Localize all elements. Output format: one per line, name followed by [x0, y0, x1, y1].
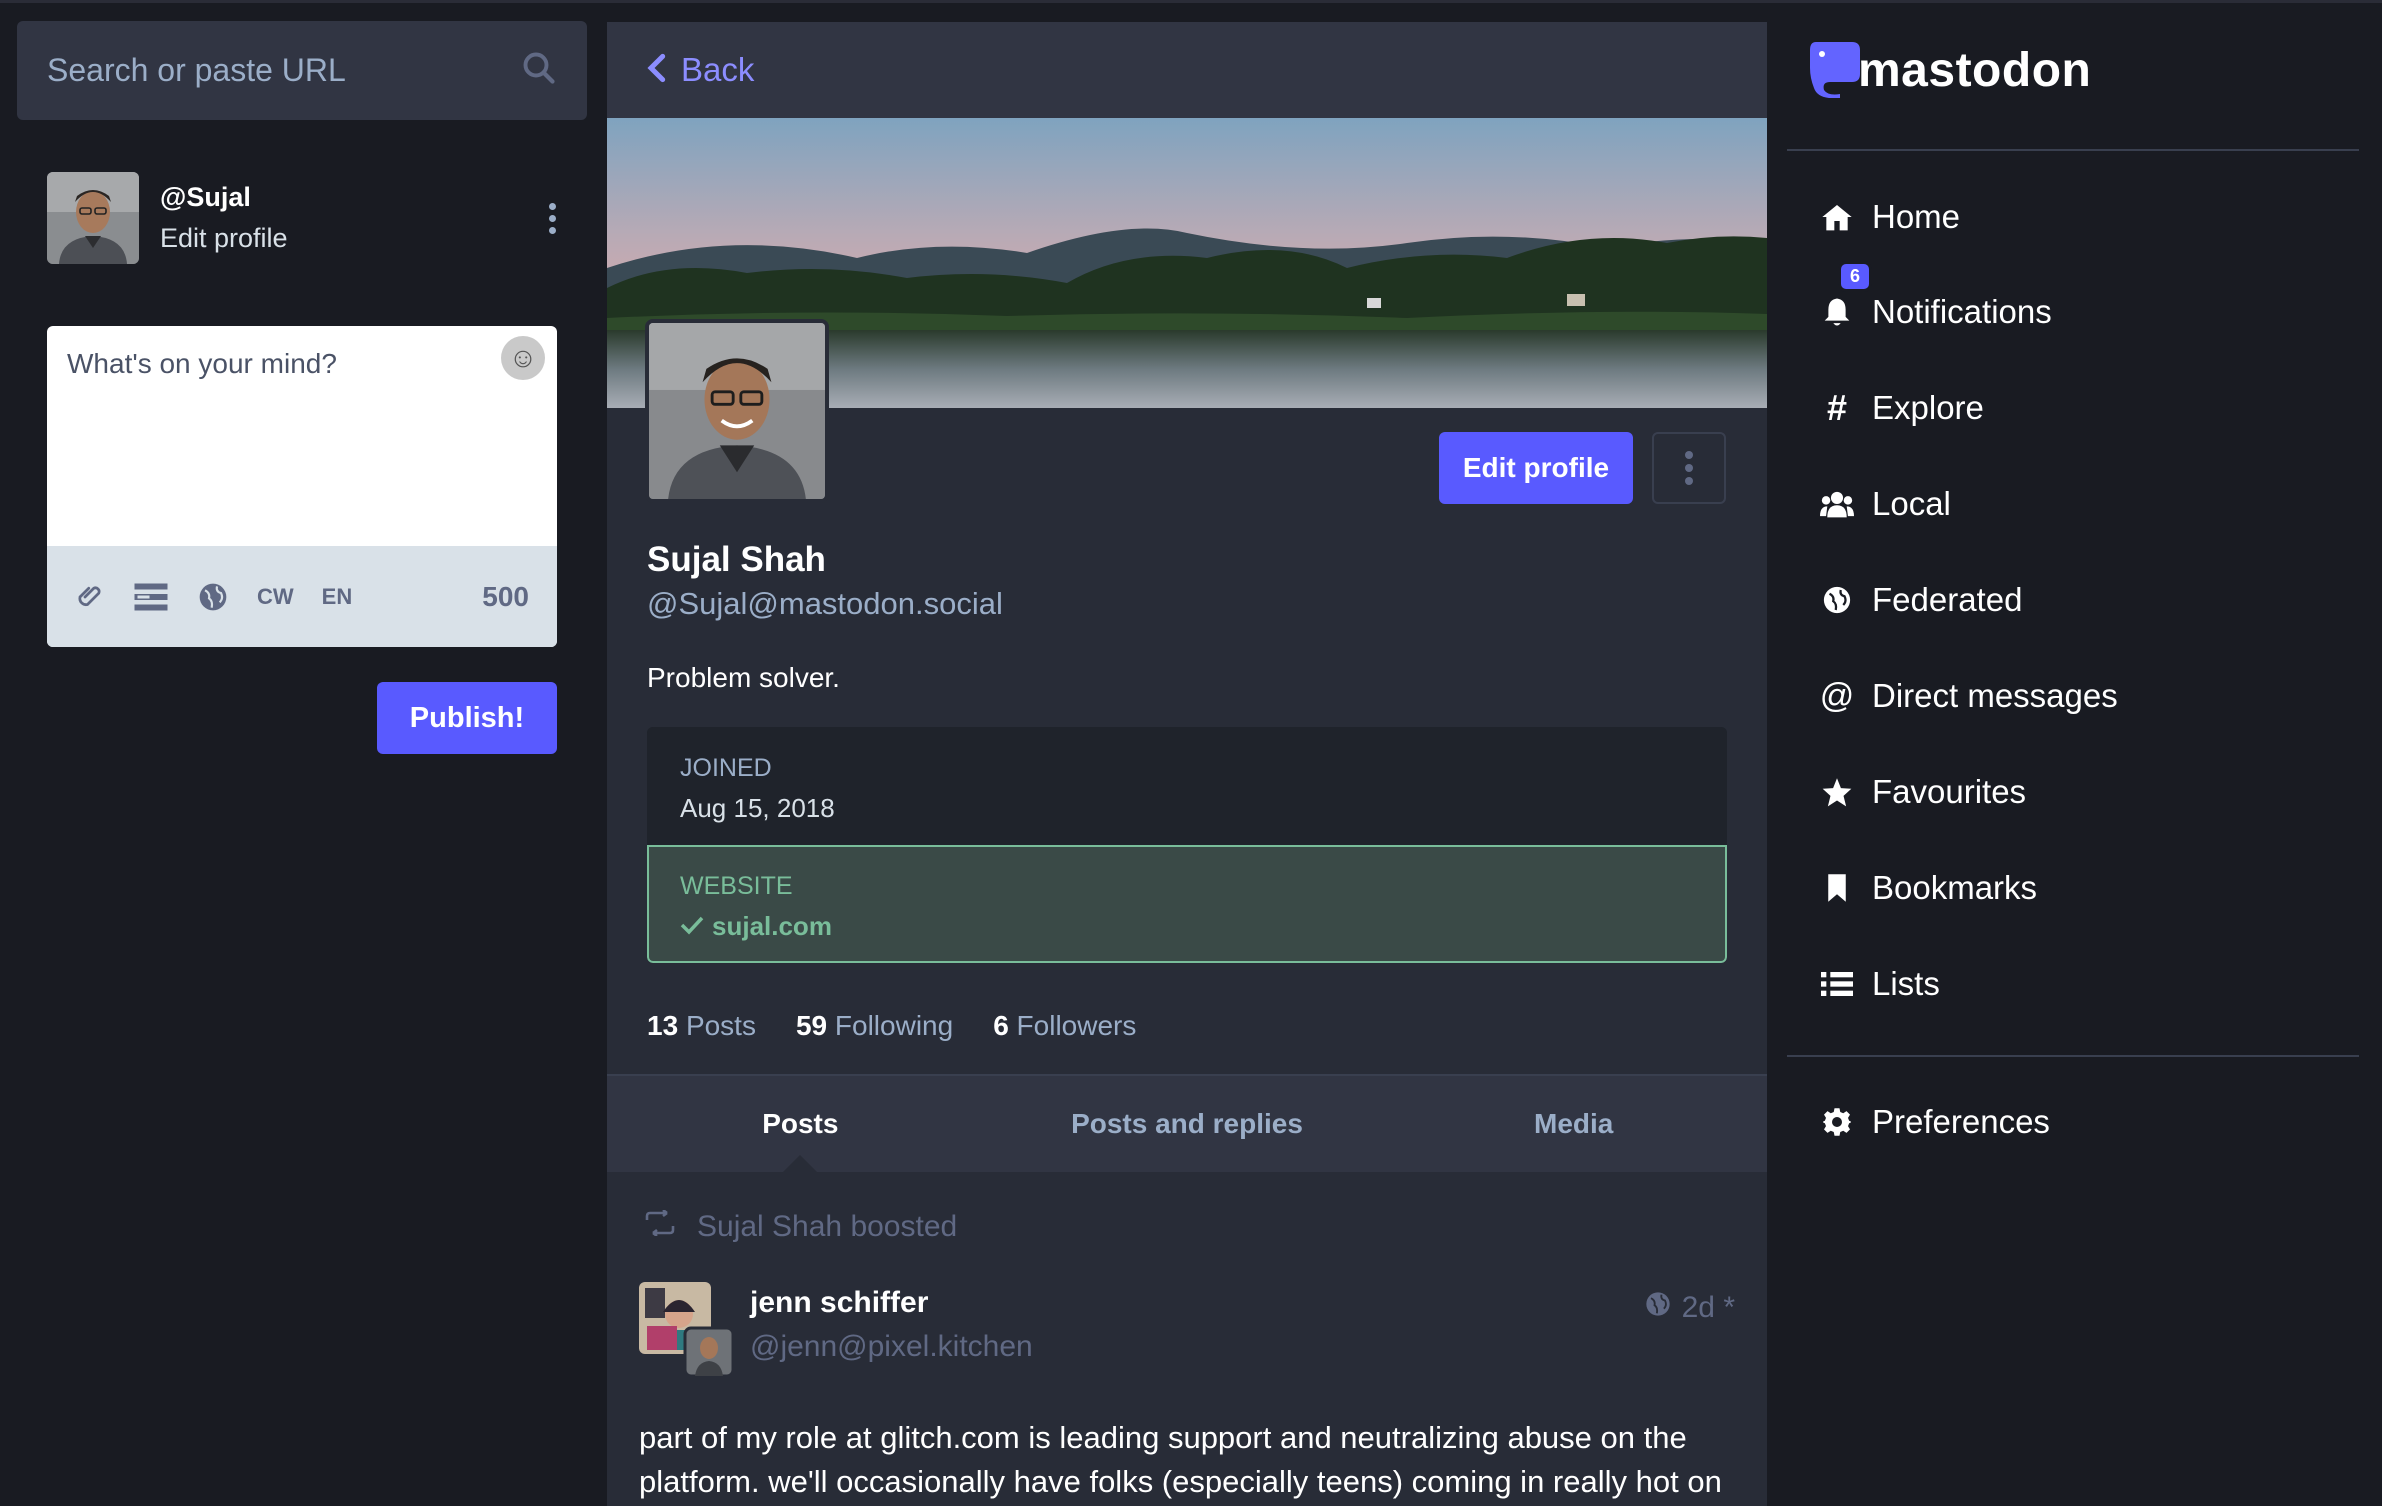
content-warning-button[interactable]: CW — [257, 584, 294, 610]
search-icon[interactable] — [521, 50, 557, 91]
nav-label: Bookmarks — [1872, 869, 2038, 906]
nav-label: Lists — [1872, 965, 1940, 1002]
hashtag-icon: # — [1826, 387, 1848, 428]
posts-count-link[interactable]: 13 Posts — [647, 1010, 756, 1042]
users-icon — [1820, 487, 1854, 521]
current-account: @Sujal Edit profile — [47, 172, 567, 264]
profile-bio: Problem solver. — [647, 662, 840, 693]
top-border — [0, 0, 2382, 3]
account-handle[interactable]: @Sujal — [160, 182, 537, 213]
profile-avatar[interactable] — [645, 319, 829, 503]
profile-more-button[interactable] — [1652, 432, 1726, 504]
check-icon — [680, 911, 704, 942]
nav-label: Federated — [1872, 581, 2023, 618]
profile-field-joined: JOINED Aug 15, 2018 — [647, 727, 1727, 845]
back-label: Back — [681, 51, 755, 88]
post-avatar[interactable] — [639, 1282, 735, 1378]
following-count-link[interactable]: 59 Following — [796, 1010, 953, 1042]
star-icon — [1820, 775, 1854, 809]
boost-icon — [643, 1208, 677, 1244]
boost-indicator: Sujal Shah boosted — [643, 1208, 958, 1244]
compose-placeholder: What's on your mind? — [67, 348, 337, 379]
at-icon: @ — [1819, 676, 1855, 715]
nav-item-favourites[interactable]: Favourites — [1820, 773, 2026, 811]
chevron-left-icon — [645, 53, 667, 88]
language-button[interactable]: EN — [322, 584, 353, 610]
post-author-name[interactable]: jenn schiffer — [750, 1286, 928, 1320]
search-input[interactable]: Search or paste URL — [17, 21, 587, 120]
avatar[interactable] — [47, 172, 139, 264]
tab-media[interactable]: Media — [1380, 1076, 1767, 1172]
compose-form: What's on your mind? ☺ CW EN 500 — [47, 326, 557, 647]
nav-label: Notifications — [1872, 293, 2052, 330]
post-author-acct[interactable]: @jenn@pixel.kitchen — [750, 1330, 1033, 1364]
nav-item-federated[interactable]: Federated — [1820, 581, 2022, 619]
compose-textarea[interactable]: What's on your mind? ☺ — [47, 326, 557, 546]
kebab-icon — [1674, 451, 1704, 485]
post-timestamp[interactable]: 2d * — [1644, 1290, 1735, 1326]
nav-item-lists[interactable]: Lists — [1820, 965, 1940, 1003]
mastodon-logo-icon — [1806, 38, 1862, 103]
website-link[interactable]: sujal.com — [712, 911, 832, 942]
mastodon-logo[interactable]: mastodon — [1806, 38, 2091, 103]
nav-label: Preferences — [1872, 1103, 2050, 1140]
post-content: part of my role at glitch.com is leading… — [639, 1420, 1722, 1499]
publish-button[interactable]: Publish! — [377, 682, 557, 754]
back-button[interactable]: Back — [607, 22, 1767, 118]
profile-field-website: WEBSITE sujal.com — [647, 845, 1727, 963]
list-icon — [1820, 967, 1854, 1001]
profile-acct: @Sujal@mastodon.social — [647, 586, 1003, 621]
character-counter: 500 — [482, 580, 529, 612]
profile-fields: JOINED Aug 15, 2018 WEBSITE sujal.com — [647, 727, 1727, 963]
compose-toolbar: CW EN 500 — [47, 546, 557, 647]
nav-label: Local — [1872, 485, 1951, 522]
account-menu-icon[interactable] — [537, 202, 567, 234]
nav-label: Explore — [1872, 389, 1984, 426]
emoji-picker-icon[interactable]: ☺ — [501, 336, 545, 380]
profile-tabs: Posts Posts and replies Media — [607, 1074, 1767, 1173]
post-time-text: 2d * — [1681, 1291, 1735, 1324]
field-value: Aug 15, 2018 — [680, 793, 835, 823]
visibility-globe-icon[interactable] — [197, 581, 229, 613]
nav-item-explore[interactable]: # Explore — [1820, 387, 1984, 428]
bookmark-icon — [1820, 871, 1854, 905]
nav-divider — [1787, 1055, 2359, 1057]
nav-label: Favourites — [1872, 773, 2027, 810]
field-key: JOINED — [680, 754, 772, 782]
edit-profile-link[interactable]: Edit profile — [160, 223, 288, 254]
nav-item-notifications[interactable]: 6 Notifications — [1820, 261, 2052, 331]
globe-icon — [1820, 583, 1854, 617]
followers-count-link[interactable]: 6 Followers — [993, 1010, 1136, 1042]
nav-item-home[interactable]: Home — [1820, 198, 1960, 236]
boost-text: Sujal Shah boosted — [697, 1210, 958, 1243]
nav-label: Home — [1872, 198, 1961, 235]
tab-posts[interactable]: Posts — [607, 1076, 994, 1173]
nav-divider — [1787, 149, 2359, 151]
profile-column: Back Edit profile Sujal Shah @Sujal@mast… — [607, 22, 1767, 1506]
poll-icon[interactable] — [133, 582, 169, 612]
notifications-badge: 6 — [1838, 261, 1873, 292]
home-icon — [1820, 200, 1854, 234]
nav-item-direct-messages[interactable]: @ Direct messages — [1820, 677, 2118, 715]
edit-profile-button[interactable]: Edit profile — [1439, 432, 1633, 504]
field-key: WEBSITE — [680, 872, 793, 900]
bell-icon: 6 — [1820, 261, 1873, 329]
nav-item-bookmarks[interactable]: Bookmarks — [1820, 869, 2037, 907]
tab-posts-and-replies[interactable]: Posts and replies — [994, 1076, 1381, 1172]
mastodon-wordmark: mastodon — [1858, 44, 2092, 97]
profile-display-name: Sujal Shah — [647, 540, 826, 579]
gear-icon — [1820, 1105, 1854, 1139]
nav-item-local[interactable]: Local — [1820, 485, 1951, 523]
nav-label: Direct messages — [1872, 677, 2118, 714]
nav-item-preferences[interactable]: Preferences — [1820, 1103, 2050, 1141]
globe-icon — [1644, 1290, 1672, 1326]
search-placeholder: Search or paste URL — [47, 52, 346, 88]
attachment-icon[interactable] — [75, 582, 105, 612]
profile-stats: 13 Posts 59 Following 6 Followers — [647, 1010, 1136, 1042]
